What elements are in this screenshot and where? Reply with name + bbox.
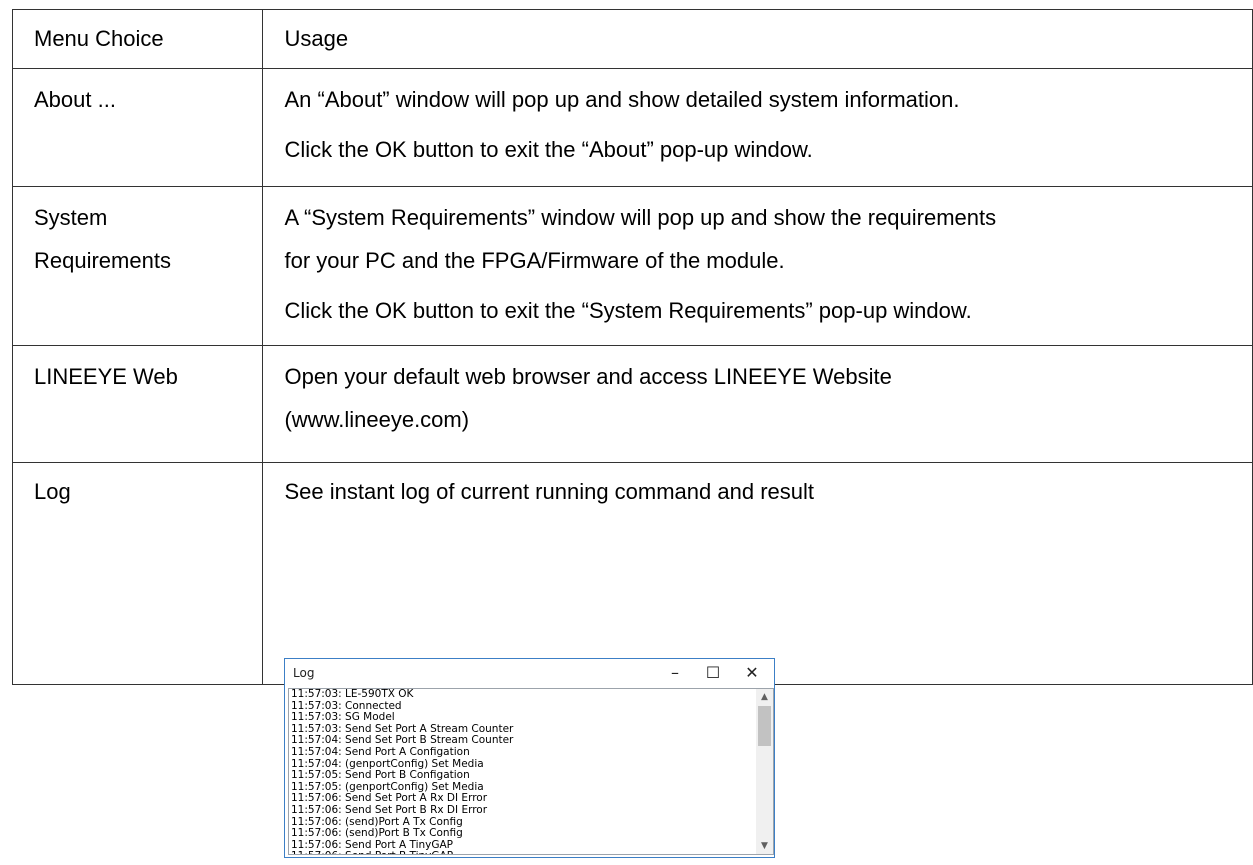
log-line: 11:57:04: Send Set Port B Stream Counter	[291, 735, 514, 747]
usage-text: An “About” window will pop up and show d…	[284, 87, 960, 112]
scrollbar-thumb[interactable]	[758, 706, 771, 746]
log-window-titlebar: Log – ☐ ✕	[285, 659, 774, 688]
log-line: 11:57:04: (genportConfig) Set Media	[291, 758, 484, 770]
table-row-about: About ... An “About” window will pop up …	[11, 68, 1253, 187]
log-line: 11:57:05: Send Port B Configation	[291, 770, 470, 782]
log-line: 11:57:06: (send)Port B Tx Config	[291, 828, 463, 840]
vertical-scrollbar[interactable]: ▲ ▼	[756, 689, 773, 854]
log-line: 11:57:03: Connected	[291, 700, 402, 712]
log-line: 11:57:06: (send)Port A Tx Config	[291, 816, 463, 828]
log-window-title: Log	[293, 666, 315, 680]
log-lines: 11:57:03: LE-590TX OK 11:57:03: Connected…	[291, 689, 751, 854]
log-line: 11:57:03: SG Model	[291, 712, 395, 724]
table-header-row: Menu Choice Usage	[11, 9, 1253, 69]
table-row-system-requirements: System Requirements A “System Requiremen…	[11, 186, 1253, 346]
log-line: 11:57:03: LE-590TX OK	[291, 689, 414, 700]
table-row-log: Log See instant log of current running c…	[11, 462, 1253, 685]
menu-choice-table: Menu Choice Usage About ... An “About” w…	[11, 9, 1253, 685]
usage-text: (www.lineeye.com)	[284, 407, 470, 432]
usage-text: Open your default web browser and access…	[284, 364, 892, 389]
log-line: 11:57:06: Send Set Port A Rx DI Error	[291, 793, 488, 805]
choice-cell: About ...	[11, 68, 264, 187]
usage-text: Click the OK button to exit the “About” …	[284, 137, 813, 162]
usage-cell: See instant log of current running comma…	[262, 462, 1253, 685]
usage-cell: Open your default web browser and access…	[262, 345, 1253, 463]
log-line: 11:57:04: Send Port A Configation	[291, 746, 470, 758]
usage-cell: An “About” window will pop up and show d…	[262, 68, 1253, 187]
header-menu-choice: Menu Choice	[11, 9, 264, 69]
log-line: 11:57:03: Send Set Port A Stream Counter	[291, 723, 514, 735]
table-row-lineeye-web: LINEEYE Web Open your default web browse…	[11, 345, 1253, 463]
choice-text: System	[34, 205, 108, 230]
scroll-down-icon[interactable]: ▼	[756, 838, 773, 854]
choice-text: Requirements	[34, 248, 171, 273]
scroll-up-icon[interactable]: ▲	[756, 689, 773, 705]
close-icon[interactable]: ✕	[737, 661, 767, 685]
choice-cell: Log	[11, 462, 264, 685]
choice-cell: System Requirements	[11, 186, 264, 346]
maximize-icon[interactable]: ☐	[698, 661, 728, 685]
log-line: 11:57:06: Send Port B TinyGAP	[291, 851, 751, 854]
usage-text: See instant log of current running comma…	[284, 479, 814, 504]
header-usage: Usage	[262, 9, 1253, 69]
log-text-area[interactable]: 11:57:03: LE-590TX OK 11:57:03: Connected…	[288, 688, 774, 855]
minimize-icon[interactable]: –	[660, 661, 690, 685]
log-line: 11:57:06: Send Port A TinyGAP	[291, 839, 454, 851]
usage-text: Click the OK button to exit the “System …	[284, 298, 972, 323]
usage-text: A “System Requirements” window will pop …	[284, 205, 997, 230]
log-line: 11:57:05: (genportConfig) Set Media	[291, 781, 484, 793]
log-window-screenshot: Log – ☐ ✕ 11:57:03: LE-590TX OK 11:57:03:…	[284, 658, 775, 858]
usage-cell: A “System Requirements” window will pop …	[262, 186, 1253, 346]
log-line: 11:57:06: Send Set Port B Rx DI Error	[291, 804, 488, 816]
usage-text: for your PC and the FPGA/Firmware of the…	[284, 248, 785, 273]
choice-cell: LINEEYE Web	[11, 345, 264, 463]
